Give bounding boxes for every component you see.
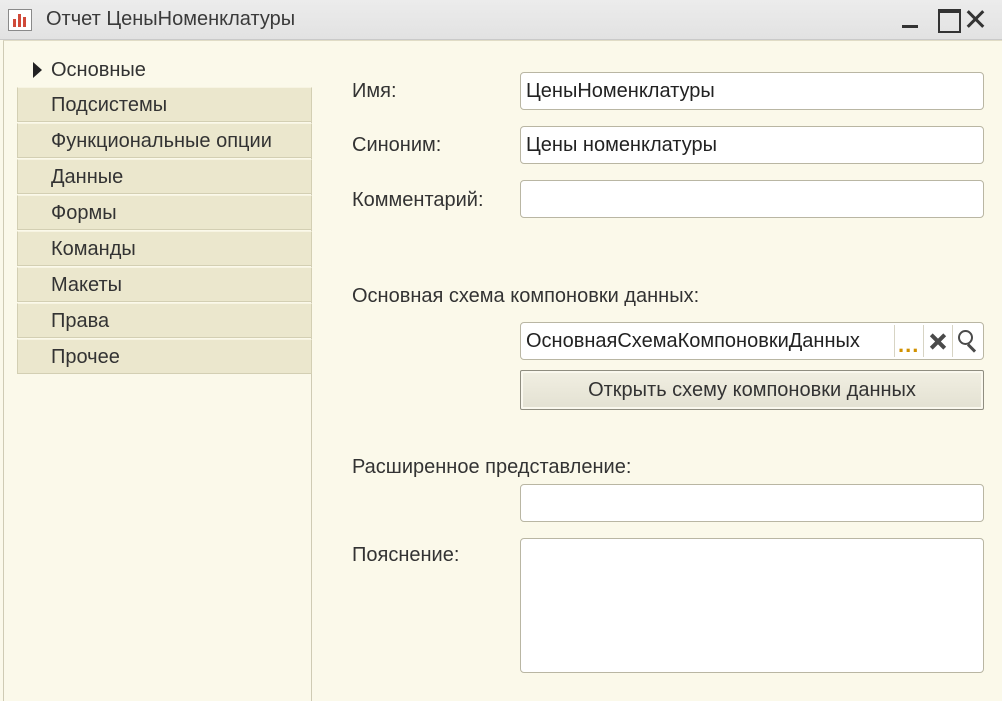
nav-item-label: Прочее (51, 346, 120, 368)
nav-item-funktsionalnye-optsii[interactable]: Функциональные опции (17, 123, 312, 158)
nav-item-label: Подсистемы (51, 94, 168, 116)
close-icon[interactable] (962, 6, 988, 32)
main-scheme-label: Основная схема компоновки данных: (352, 285, 700, 307)
window-title: Отчет ЦеныНоменклатуры (46, 8, 296, 30)
search-icon[interactable] (952, 325, 980, 357)
comment-label: Комментарий: (352, 189, 484, 211)
name-field[interactable]: ЦеныНоменклатуры (520, 72, 984, 110)
main-scheme-value: ОсновнаяСхемаКомпоновкиДанных (526, 330, 860, 352)
nav-item-formy[interactable]: Формы (17, 195, 312, 230)
select-button[interactable]: ... (894, 325, 922, 357)
extended-presentation-label: Расширенное представление: (352, 456, 632, 478)
synonym-label: Синоним: (352, 134, 442, 156)
clear-icon[interactable] (923, 325, 951, 357)
nav-item-makety[interactable]: Макеты (17, 267, 312, 302)
minimize-icon[interactable] (897, 6, 923, 32)
nav-item-label: Права (51, 310, 110, 332)
current-section-arrow-icon (33, 62, 42, 78)
window-titlebar: Отчет ЦеныНоменклатуры (0, 0, 1002, 40)
nav-item-prochee[interactable]: Прочее (17, 339, 312, 374)
nav-item-dannye[interactable]: Данные (17, 159, 312, 194)
explanation-label: Пояснение: (352, 544, 460, 566)
nav-item-label: Макеты (51, 274, 122, 296)
nav-item-podsistemy[interactable]: Подсистемы (17, 87, 312, 122)
nav-item-label: Основные (51, 59, 146, 81)
open-scheme-button[interactable]: Открыть схему компоновки данных (520, 370, 984, 410)
nav-sidebar: Основные Подсистемы Функциональные опции… (17, 52, 312, 701)
ellipsis-icon: ... (898, 332, 920, 357)
extended-presentation-field[interactable] (520, 484, 984, 522)
explanation-textarea[interactable] (520, 538, 984, 673)
nav-item-prava[interactable]: Права (17, 303, 312, 338)
nav-item-label: Формы (51, 202, 117, 224)
main-scheme-field[interactable]: ОсновнаяСхемаКомпоновкиДанных ... (520, 322, 984, 360)
nav-item-osnovnye[interactable]: Основные (17, 52, 312, 87)
name-label: Имя: (352, 80, 397, 102)
nav-item-label: Функциональные опции (51, 130, 272, 152)
report-icon (8, 9, 32, 31)
nav-item-komandy[interactable]: Команды (17, 231, 312, 266)
nav-item-label: Команды (51, 238, 136, 260)
nav-item-label: Данные (51, 166, 124, 188)
open-scheme-button-label: Открыть схему компоновки данных (588, 379, 916, 401)
maximize-icon[interactable] (935, 6, 961, 33)
synonym-field[interactable]: Цены номенклатуры (520, 126, 984, 164)
comment-field[interactable] (520, 180, 984, 218)
